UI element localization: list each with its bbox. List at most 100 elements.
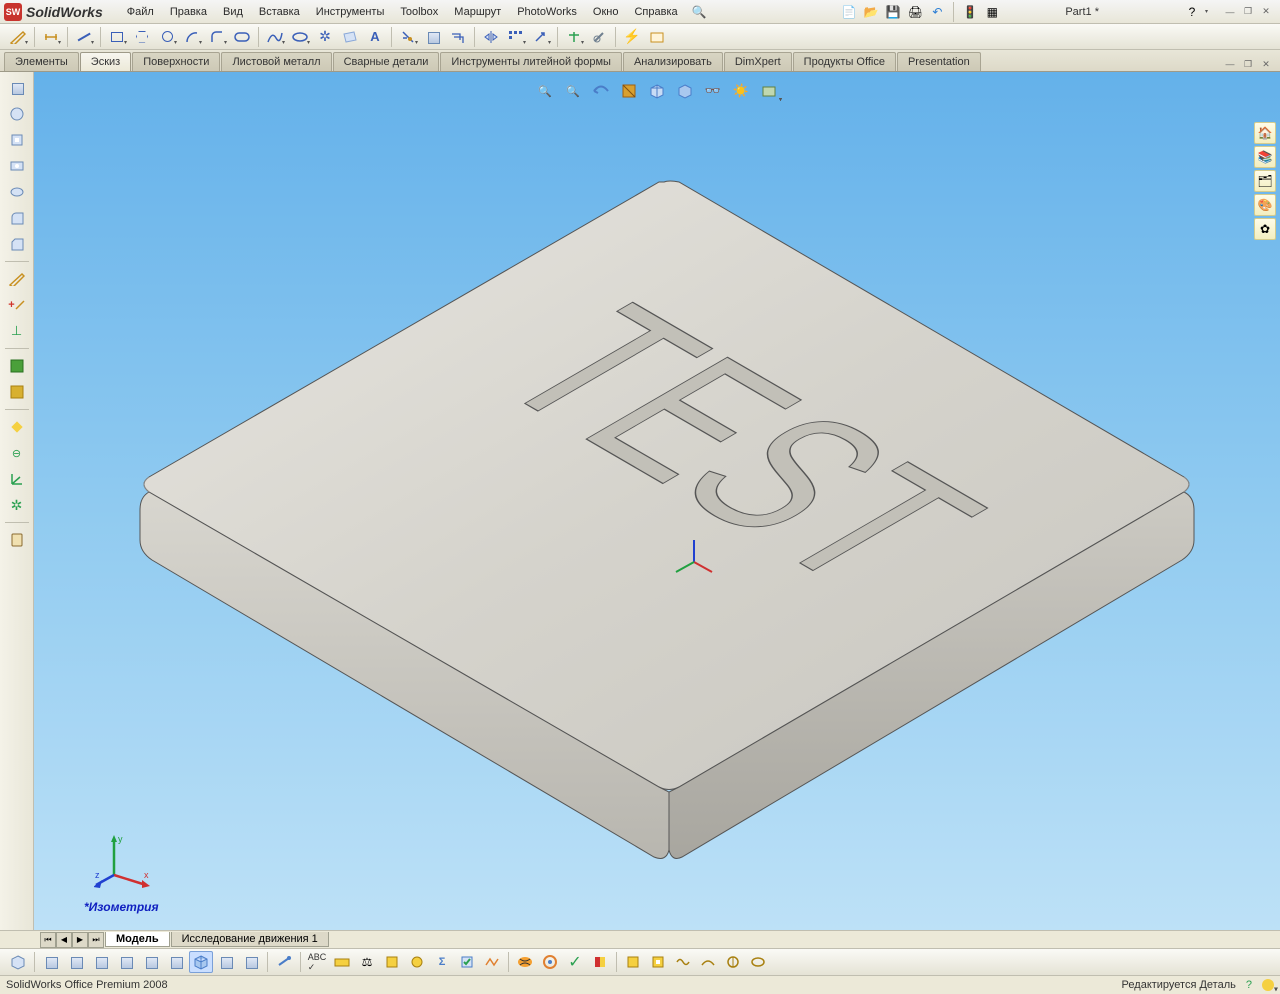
tab-prev-icon[interactable]: ◀ <box>56 932 72 948</box>
undo-icon[interactable]: ↶▼ <box>928 3 946 21</box>
coord-icon[interactable] <box>4 467 30 491</box>
mdi-minimize-button[interactable]: — <box>1222 57 1238 71</box>
section-props-icon[interactable] <box>380 951 404 973</box>
mirror-entities-icon[interactable] <box>479 26 503 48</box>
view-settings-icon[interactable]: ▾ <box>757 80 781 102</box>
tab-weldments[interactable]: Сварные детали <box>333 52 440 71</box>
display-relations-icon[interactable]: ▾ <box>562 26 586 48</box>
parting-line-icon[interactable] <box>746 951 770 973</box>
apply-scene-icon[interactable]: ☀️▾ <box>729 80 753 102</box>
menu-edit[interactable]: Правка <box>162 2 215 22</box>
prev-view-icon[interactable] <box>589 80 613 102</box>
undercut-icon[interactable] <box>621 951 645 973</box>
menu-insert[interactable]: Вставка <box>251 2 308 22</box>
open-icon[interactable]: 📂▼ <box>862 3 880 21</box>
tab-features[interactable]: Элементы <box>4 52 79 71</box>
rectangle-icon[interactable]: ▾ <box>105 26 129 48</box>
tab-first-icon[interactable]: ⏮ <box>40 932 56 948</box>
chamfer-icon[interactable] <box>4 232 30 256</box>
tab-model[interactable]: Модель <box>105 932 170 947</box>
smart-dimension-icon[interactable]: ▾ <box>39 26 63 48</box>
tab-moldtools[interactable]: Инструменты литейной формы <box>440 52 622 71</box>
top-view-icon[interactable] <box>139 951 163 973</box>
tab-motion-study[interactable]: Исследование движения 1 <box>171 932 329 947</box>
ellipse-icon[interactable]: ▾ <box>288 26 312 48</box>
tab-next-icon[interactable]: ▶ <box>72 932 88 948</box>
tab-last-icon[interactable]: ⏭ <box>88 932 104 948</box>
fillet-icon[interactable]: ▾ <box>205 26 229 48</box>
sketch-icon[interactable]: ▾ <box>6 26 30 48</box>
appearance-icon[interactable] <box>4 354 30 378</box>
view-orientation-icon[interactable]: ▾ <box>645 80 669 102</box>
file-explorer-icon[interactable]: 🗂 <box>1254 170 1276 192</box>
view-palette-icon[interactable]: 🎨 <box>1254 194 1276 216</box>
trim-icon[interactable]: ▾ <box>396 26 420 48</box>
display-style-icon[interactable]: ▾ <box>673 80 697 102</box>
front-view-icon[interactable] <box>39 951 63 973</box>
dimetric-view-icon[interactable] <box>239 951 263 973</box>
plane-icon[interactable] <box>338 26 362 48</box>
status-help-icon[interactable]: ? <box>1246 979 1252 991</box>
rapid-sketch-icon[interactable] <box>645 26 669 48</box>
mdi-restore-button[interactable]: ❐ <box>1240 57 1256 71</box>
3d-viewport[interactable]: 🔍 🔍 ▾ ▾ 👓▾ ☀️▾ ▾ 🏠 📚 🗂 🎨 ✿ <box>34 72 1280 930</box>
spline-icon[interactable]: ▾ <box>263 26 287 48</box>
slot-icon[interactable] <box>230 26 254 48</box>
tangent-icon[interactable]: ⊖ <box>4 441 30 465</box>
design-library-icon[interactable]: 📚 <box>1254 146 1276 168</box>
statistics-icon[interactable]: Σ <box>430 951 454 973</box>
add-relation-icon[interactable]: + <box>4 293 30 317</box>
close-button[interactable]: ✕ <box>1258 5 1274 19</box>
maximize-button[interactable]: ❐ <box>1240 5 1256 19</box>
isometric-view-icon[interactable] <box>189 951 213 973</box>
appearances-icon[interactable]: ✿ <box>1254 218 1276 240</box>
new-doc-icon[interactable]: 📄▼ <box>840 3 858 21</box>
point-icon[interactable]: ✲ <box>313 26 337 48</box>
parallel-icon[interactable] <box>4 415 30 439</box>
help-dropdown-icon[interactable]: ▾ <box>1205 8 1208 15</box>
deviation-icon[interactable] <box>480 951 504 973</box>
menu-tools[interactable]: Инструменты <box>308 2 393 22</box>
tab-sketch[interactable]: Эскиз <box>80 52 131 71</box>
menu-view[interactable]: Вид <box>215 2 251 22</box>
right-view-icon[interactable] <box>114 951 138 973</box>
compare-icon[interactable] <box>671 951 695 973</box>
curvature-icon[interactable] <box>538 951 562 973</box>
move-entities-icon[interactable]: ▾ <box>529 26 553 48</box>
section-view-icon[interactable] <box>617 80 641 102</box>
line-icon[interactable]: ▾ <box>72 26 96 48</box>
tab-dimxpert[interactable]: DimXpert <box>724 52 792 71</box>
offset-entities-icon[interactable] <box>446 26 470 48</box>
draft-analysis-icon[interactable] <box>588 951 612 973</box>
menu-route[interactable]: Маршрут <box>446 2 509 22</box>
check-icon[interactable] <box>455 951 479 973</box>
menu-window[interactable]: Окно <box>585 2 627 22</box>
geometry-analysis-icon[interactable] <box>696 951 720 973</box>
revolve-cut-icon[interactable] <box>4 180 30 204</box>
spell-check-icon[interactable]: ABC✓ <box>305 951 329 973</box>
relations-icon[interactable]: ⊥ <box>4 319 30 343</box>
back-view-icon[interactable] <box>64 951 88 973</box>
clipboard-icon[interactable] <box>4 528 30 552</box>
orientation-triad[interactable]: y x z <box>94 830 154 890</box>
verify-icon[interactable]: ✓ <box>563 951 587 973</box>
revolve-boss-icon[interactable] <box>4 102 30 126</box>
extrude-boss-icon[interactable] <box>4 76 30 100</box>
normal-to-icon[interactable] <box>272 951 296 973</box>
minimize-button[interactable]: — <box>1222 5 1238 19</box>
sketch2-icon[interactable] <box>4 267 30 291</box>
help-icon[interactable]: ? <box>1183 3 1201 21</box>
tab-evaluate[interactable]: Анализировать <box>623 52 723 71</box>
circle-icon[interactable]: ▾ <box>155 26 179 48</box>
polygon-icon[interactable] <box>130 26 154 48</box>
menu-toolbox[interactable]: Toolbox <box>392 2 446 22</box>
zoom-area-icon[interactable]: 🔍 <box>561 80 585 102</box>
save-icon[interactable]: 💾▼ <box>884 3 902 21</box>
tab-surfaces[interactable]: Поверхности <box>132 52 220 71</box>
mass-props-icon[interactable]: ⚖ <box>355 951 379 973</box>
fillet-feature-icon[interactable] <box>4 206 30 230</box>
zoom-fit-icon[interactable]: 🔍 <box>533 80 557 102</box>
tab-sheetmetal[interactable]: Листовой металл <box>221 52 331 71</box>
options-icon[interactable]: ▦▼ <box>983 3 1001 21</box>
arc-icon[interactable]: ▾ <box>180 26 204 48</box>
